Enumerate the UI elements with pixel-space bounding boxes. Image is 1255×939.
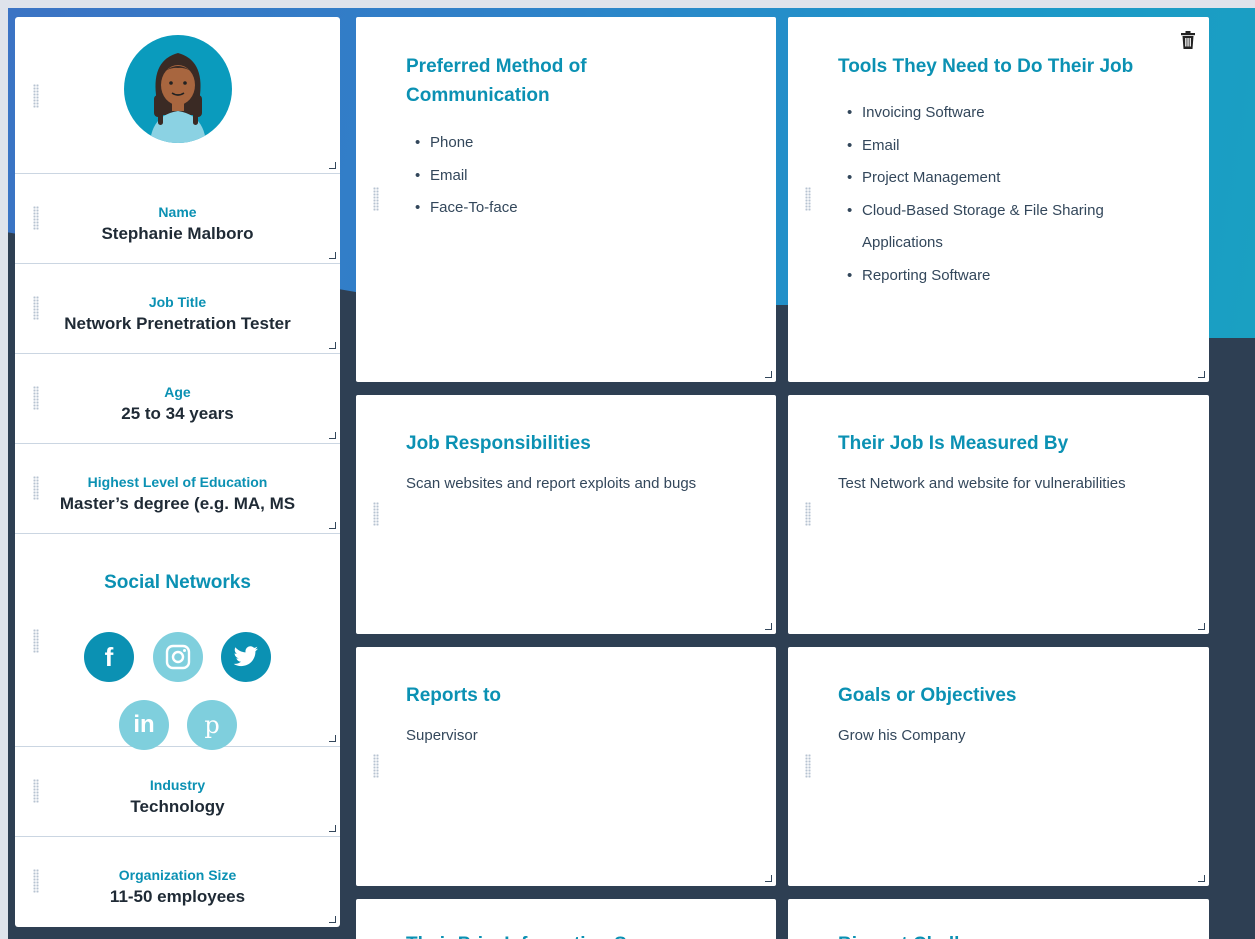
- window-left-border: [0, 8, 8, 939]
- list-item: Project Management: [847, 162, 1162, 195]
- job-title-field[interactable]: Job Title Network Prenetration Tester: [15, 264, 340, 354]
- drag-handle-icon[interactable]: [33, 779, 39, 803]
- resize-handle-icon[interactable]: [329, 825, 336, 832]
- drag-handle-icon[interactable]: [33, 386, 39, 410]
- trash-icon[interactable]: [1181, 31, 1195, 49]
- persona-avatar[interactable]: [124, 35, 232, 143]
- field-label: Highest Level of Education: [87, 474, 268, 490]
- resize-handle-icon[interactable]: [329, 342, 336, 349]
- card-title: Reports to: [406, 685, 501, 706]
- tools-card[interactable]: Tools They Need to Do Their Job Invoicin…: [788, 17, 1209, 382]
- field-value: 25 to 34 years: [121, 404, 234, 423]
- list-item: Email: [847, 130, 1162, 163]
- facebook-icon[interactable]: f: [84, 632, 134, 682]
- measured-by-card[interactable]: Their Job Is Measured By Test Network an…: [788, 395, 1209, 634]
- reports-to-card[interactable]: Reports to Supervisor: [356, 647, 776, 886]
- card-title: Their Pri... Information Sources: [406, 930, 689, 939]
- resize-handle-icon[interactable]: [329, 735, 336, 742]
- drag-handle-icon[interactable]: [33, 206, 39, 230]
- age-field[interactable]: Age 25 to 34 years: [15, 354, 340, 444]
- pinterest-glyph: p: [204, 711, 220, 739]
- persona-sidebar: Name Stephanie Malboro Job Title Network…: [15, 17, 340, 927]
- card-title: Biggest Challenges: [838, 930, 1014, 939]
- list-item: Phone: [415, 127, 518, 160]
- info-sources-card[interactable]: Their Pri... Information Sources: [356, 899, 776, 939]
- card-title: Job Responsibilities: [406, 433, 591, 454]
- resize-handle-icon[interactable]: [1198, 875, 1205, 882]
- drag-handle-icon[interactable]: [33, 629, 39, 653]
- goals-card[interactable]: Goals or Objectives Grow his Company: [788, 647, 1209, 886]
- list-item: Cloud-Based Storage & File Sharing Appli…: [847, 195, 1162, 260]
- communication-list: Phone Email Face-To-face: [415, 127, 518, 225]
- card-title: Tools They Need to Do Their Job: [838, 56, 1134, 77]
- card-text: Grow his Company: [838, 727, 966, 744]
- card-text: Test Network and website for vulnerabili…: [838, 475, 1126, 492]
- field-value: Stephanie Malboro: [101, 224, 254, 243]
- name-field[interactable]: Name Stephanie Malboro: [15, 174, 340, 264]
- field-label: Age: [164, 384, 191, 400]
- field-label: Name: [158, 204, 197, 220]
- drag-handle-icon[interactable]: [805, 754, 811, 778]
- field-value: Master’s degree (e.g. MA, MS: [59, 494, 296, 513]
- card-text: Supervisor: [406, 727, 478, 744]
- facebook-glyph: f: [104, 641, 114, 672]
- communication-card[interactable]: Preferred Method of Communication Phone …: [356, 17, 776, 382]
- pinterest-icon[interactable]: p: [187, 700, 237, 750]
- linkedin-icon[interactable]: in: [119, 700, 169, 750]
- field-value: 11-50 employees: [109, 887, 246, 906]
- resize-handle-icon[interactable]: [329, 916, 336, 923]
- field-label: Organization Size: [118, 867, 237, 883]
- resize-handle-icon[interactable]: [1198, 623, 1205, 630]
- list-item: Invoicing Software: [847, 97, 1162, 130]
- drag-handle-icon[interactable]: [33, 869, 39, 893]
- drag-handle-icon[interactable]: [33, 84, 39, 108]
- drag-handle-icon[interactable]: [805, 187, 811, 211]
- list-item: Email: [415, 160, 518, 193]
- list-item: Reporting Software: [847, 260, 1162, 293]
- resize-handle-icon[interactable]: [329, 432, 336, 439]
- avatar-section[interactable]: [15, 17, 340, 174]
- field-label: Industry: [149, 777, 206, 793]
- card-title: Their Job Is Measured By: [838, 433, 1069, 454]
- drag-handle-icon[interactable]: [373, 754, 379, 778]
- organization-size-field[interactable]: Organization Size 11-50 employees: [15, 837, 340, 927]
- social-networks-title: Social Networks: [104, 572, 251, 593]
- field-value: Technology: [130, 797, 225, 816]
- card-title: Goals or Objectives: [838, 685, 1017, 706]
- resize-handle-icon[interactable]: [1198, 371, 1205, 378]
- drag-handle-icon[interactable]: [33, 476, 39, 500]
- card-text: Scan websites and report exploits and bu…: [406, 475, 697, 492]
- industry-field[interactable]: Industry Technology: [15, 747, 340, 837]
- resize-handle-icon[interactable]: [329, 252, 336, 259]
- resize-handle-icon[interactable]: [329, 522, 336, 529]
- drag-handle-icon[interactable]: [33, 296, 39, 320]
- challenges-card[interactable]: Biggest Challenges: [788, 899, 1209, 939]
- field-label: Job Title: [148, 294, 207, 310]
- card-title: Preferred Method of Communication: [406, 56, 587, 106]
- twitter-icon[interactable]: [221, 632, 271, 682]
- window-top-border: [0, 0, 1255, 8]
- drag-handle-icon[interactable]: [373, 502, 379, 526]
- field-value: Network Prenetration Tester: [64, 314, 291, 333]
- social-networks-section[interactable]: Social Networks f in p: [15, 534, 340, 750]
- tools-list: Invoicing Software Email Project Managem…: [847, 97, 1162, 293]
- list-item: Face-To-face: [415, 192, 517, 225]
- resize-handle-icon[interactable]: [765, 623, 772, 630]
- instagram-icon[interactable]: [153, 632, 203, 682]
- linkedin-glyph: in: [133, 711, 155, 738]
- responsibilities-card[interactable]: Job Responsibilities Scan websites and r…: [356, 395, 776, 634]
- resize-handle-icon[interactable]: [329, 162, 336, 169]
- resize-handle-icon[interactable]: [765, 371, 772, 378]
- resize-handle-icon[interactable]: [765, 875, 772, 882]
- education-field[interactable]: Highest Level of Education Master’s degr…: [15, 444, 340, 534]
- drag-handle-icon[interactable]: [805, 502, 811, 526]
- drag-handle-icon[interactable]: [373, 187, 379, 211]
